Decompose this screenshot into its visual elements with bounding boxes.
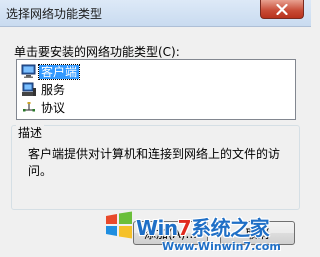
list-item-client[interactable]: 客户端 bbox=[21, 63, 81, 80]
description-text: 客户端提供对计算机和连接到网络上的文件的访问。 bbox=[28, 147, 281, 178]
list-item-label: 客户端 bbox=[37, 63, 81, 80]
list-item-protocol[interactable]: 协议 bbox=[21, 100, 67, 115]
list-item-label: 服务 bbox=[41, 82, 66, 97]
cancel-button[interactable]: 取消 bbox=[220, 221, 295, 245]
feature-type-prompt: 单击要安装的网络功能类型(C): bbox=[14, 45, 180, 59]
window-title: 选择网络功能类型 bbox=[6, 7, 103, 21]
feature-type-listbox[interactable]: 客户端 服务 协议 bbox=[16, 59, 296, 120]
add-button[interactable]: 添加(A)... bbox=[133, 221, 208, 245]
description-title: 描述 bbox=[16, 124, 45, 141]
windows-logo-icon bbox=[106, 211, 132, 239]
list-item-label: 协议 bbox=[41, 100, 66, 115]
list-item-service[interactable]: 服务 bbox=[21, 82, 67, 97]
close-button[interactable] bbox=[260, 0, 304, 19]
protocol-network-icon bbox=[21, 100, 37, 115]
title-bar[interactable]: 选择网络功能类型 bbox=[0, 0, 311, 27]
client-computer-icon bbox=[21, 64, 37, 79]
service-computer-icon bbox=[21, 82, 37, 97]
close-icon bbox=[276, 3, 288, 15]
select-network-feature-dialog: 选择网络功能类型 单击要安装的网络功能类型(C): 客户端 服务 协议 描述 客… bbox=[0, 0, 311, 257]
